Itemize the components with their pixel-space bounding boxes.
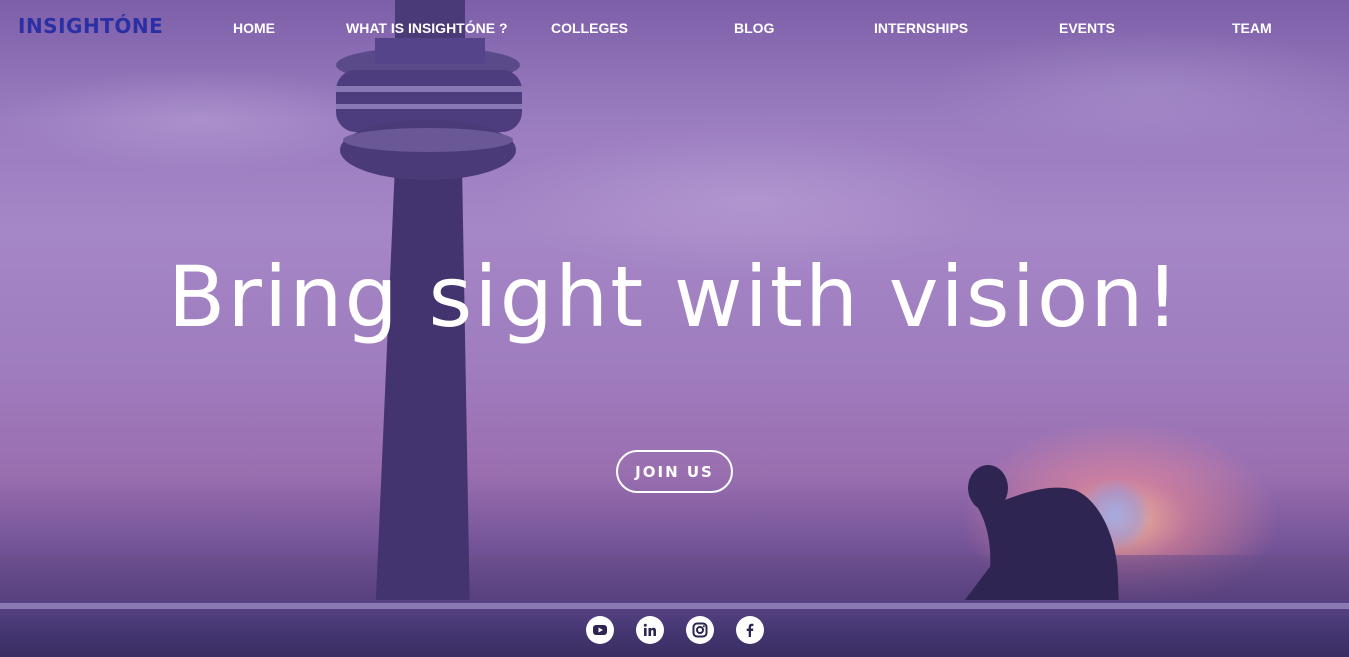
- facebook-icon[interactable]: [736, 616, 764, 644]
- nav-item-colleges[interactable]: COLLEGES: [551, 20, 628, 36]
- instagram-icon[interactable]: [686, 616, 714, 644]
- nav-item-team[interactable]: TEAM: [1232, 20, 1272, 36]
- hero-page: INSIGHTÓNE HOME WHAT IS INSIGHTÓNE ? COL…: [0, 0, 1349, 657]
- nav-item-what-is-insightone[interactable]: WHAT IS INSIGHTÓNE ?: [346, 20, 508, 36]
- nav-item-home[interactable]: HOME: [233, 20, 275, 36]
- rooftop-ledge: [0, 603, 1349, 609]
- join-us-button[interactable]: JOIN US: [616, 450, 733, 493]
- youtube-icon[interactable]: [586, 616, 614, 644]
- hero-headline: Bring sight with vision!: [167, 248, 1182, 346]
- site-logo[interactable]: INSIGHTÓNE: [18, 14, 163, 38]
- nav-item-internships[interactable]: INTERNSHIPS: [874, 20, 968, 36]
- linkedin-icon[interactable]: [636, 616, 664, 644]
- nav-item-events[interactable]: EVENTS: [1059, 20, 1115, 36]
- top-navigation: INSIGHTÓNE HOME WHAT IS INSIGHTÓNE ? COL…: [0, 0, 1349, 56]
- nav-item-blog[interactable]: BLOG: [734, 20, 774, 36]
